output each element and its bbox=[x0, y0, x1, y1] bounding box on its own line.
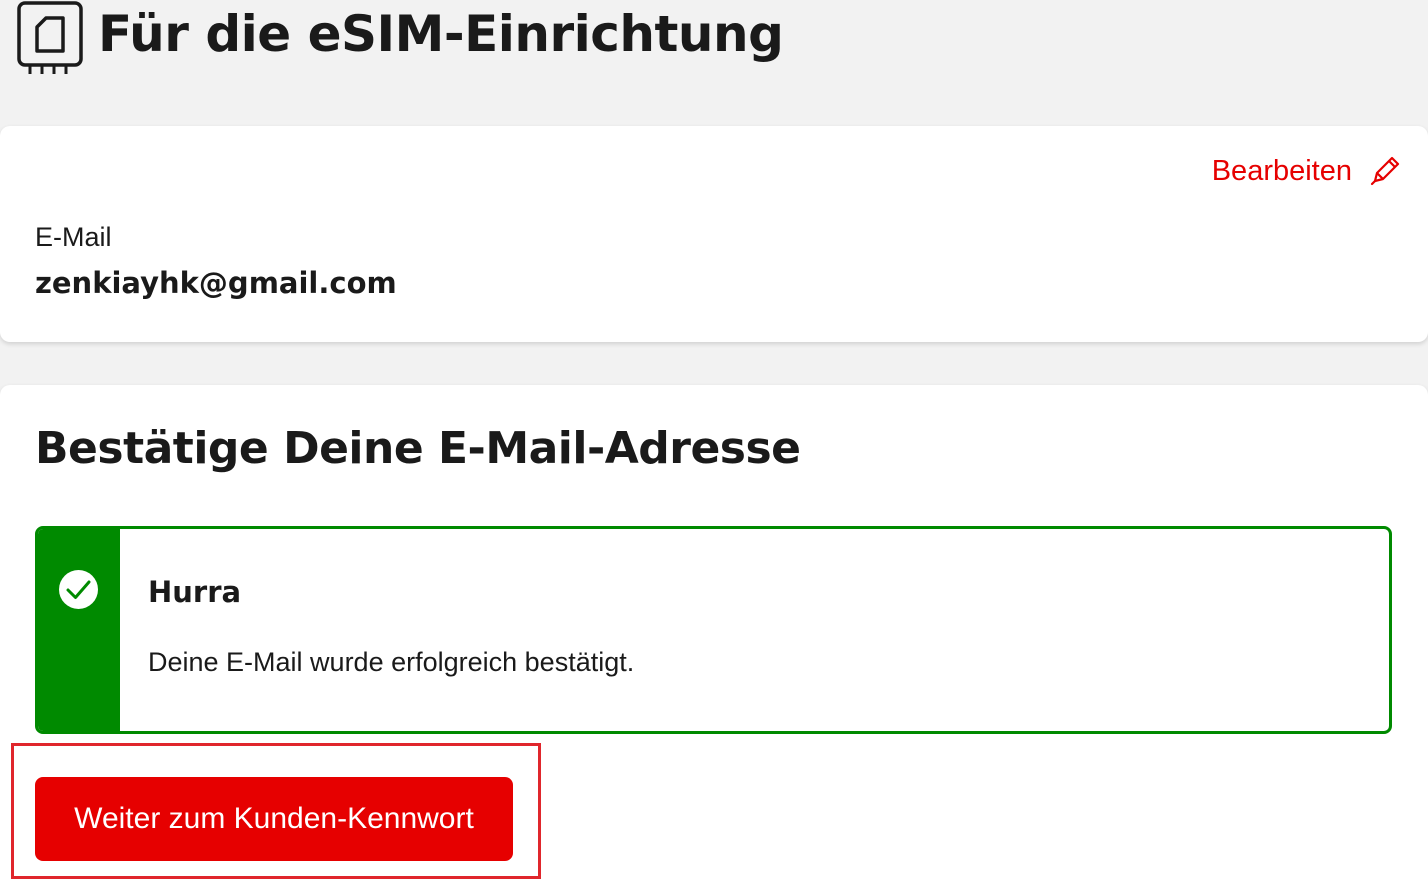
check-circle-icon bbox=[59, 570, 98, 609]
sim-card-icon bbox=[17, 1, 83, 74]
email-card: Bearbeiten E-Mail zenkiayhk@gmail.com bbox=[0, 126, 1428, 342]
email-label: E-Mail bbox=[35, 222, 112, 252]
alert-heading: Hurra bbox=[148, 575, 242, 609]
alert-status-bar bbox=[38, 529, 120, 731]
page-title: Für die eSIM-Einrichtung bbox=[98, 5, 784, 63]
section-title: Bestätige Deine E-Mail-Adresse bbox=[35, 423, 801, 474]
edit-link-label: Bearbeiten bbox=[1211, 154, 1352, 187]
edit-link[interactable]: Bearbeiten bbox=[1212, 154, 1402, 188]
email-value: zenkiayhk@gmail.com bbox=[35, 266, 397, 300]
page-header: Für die eSIM-Einrichtung bbox=[16, 0, 784, 80]
pencil-icon bbox=[1370, 156, 1400, 186]
alert-message: Deine E-Mail wurde erfolgreich bestätigt… bbox=[148, 647, 635, 677]
page: Für die eSIM-Einrichtung Bearbeiten E-Ma… bbox=[0, 0, 1428, 896]
continue-button[interactable]: Weiter zum Kunden-Kennwort bbox=[35, 777, 513, 861]
success-alert: Hurra Deine E-Mail wurde erfolgreich bes… bbox=[35, 526, 1392, 734]
